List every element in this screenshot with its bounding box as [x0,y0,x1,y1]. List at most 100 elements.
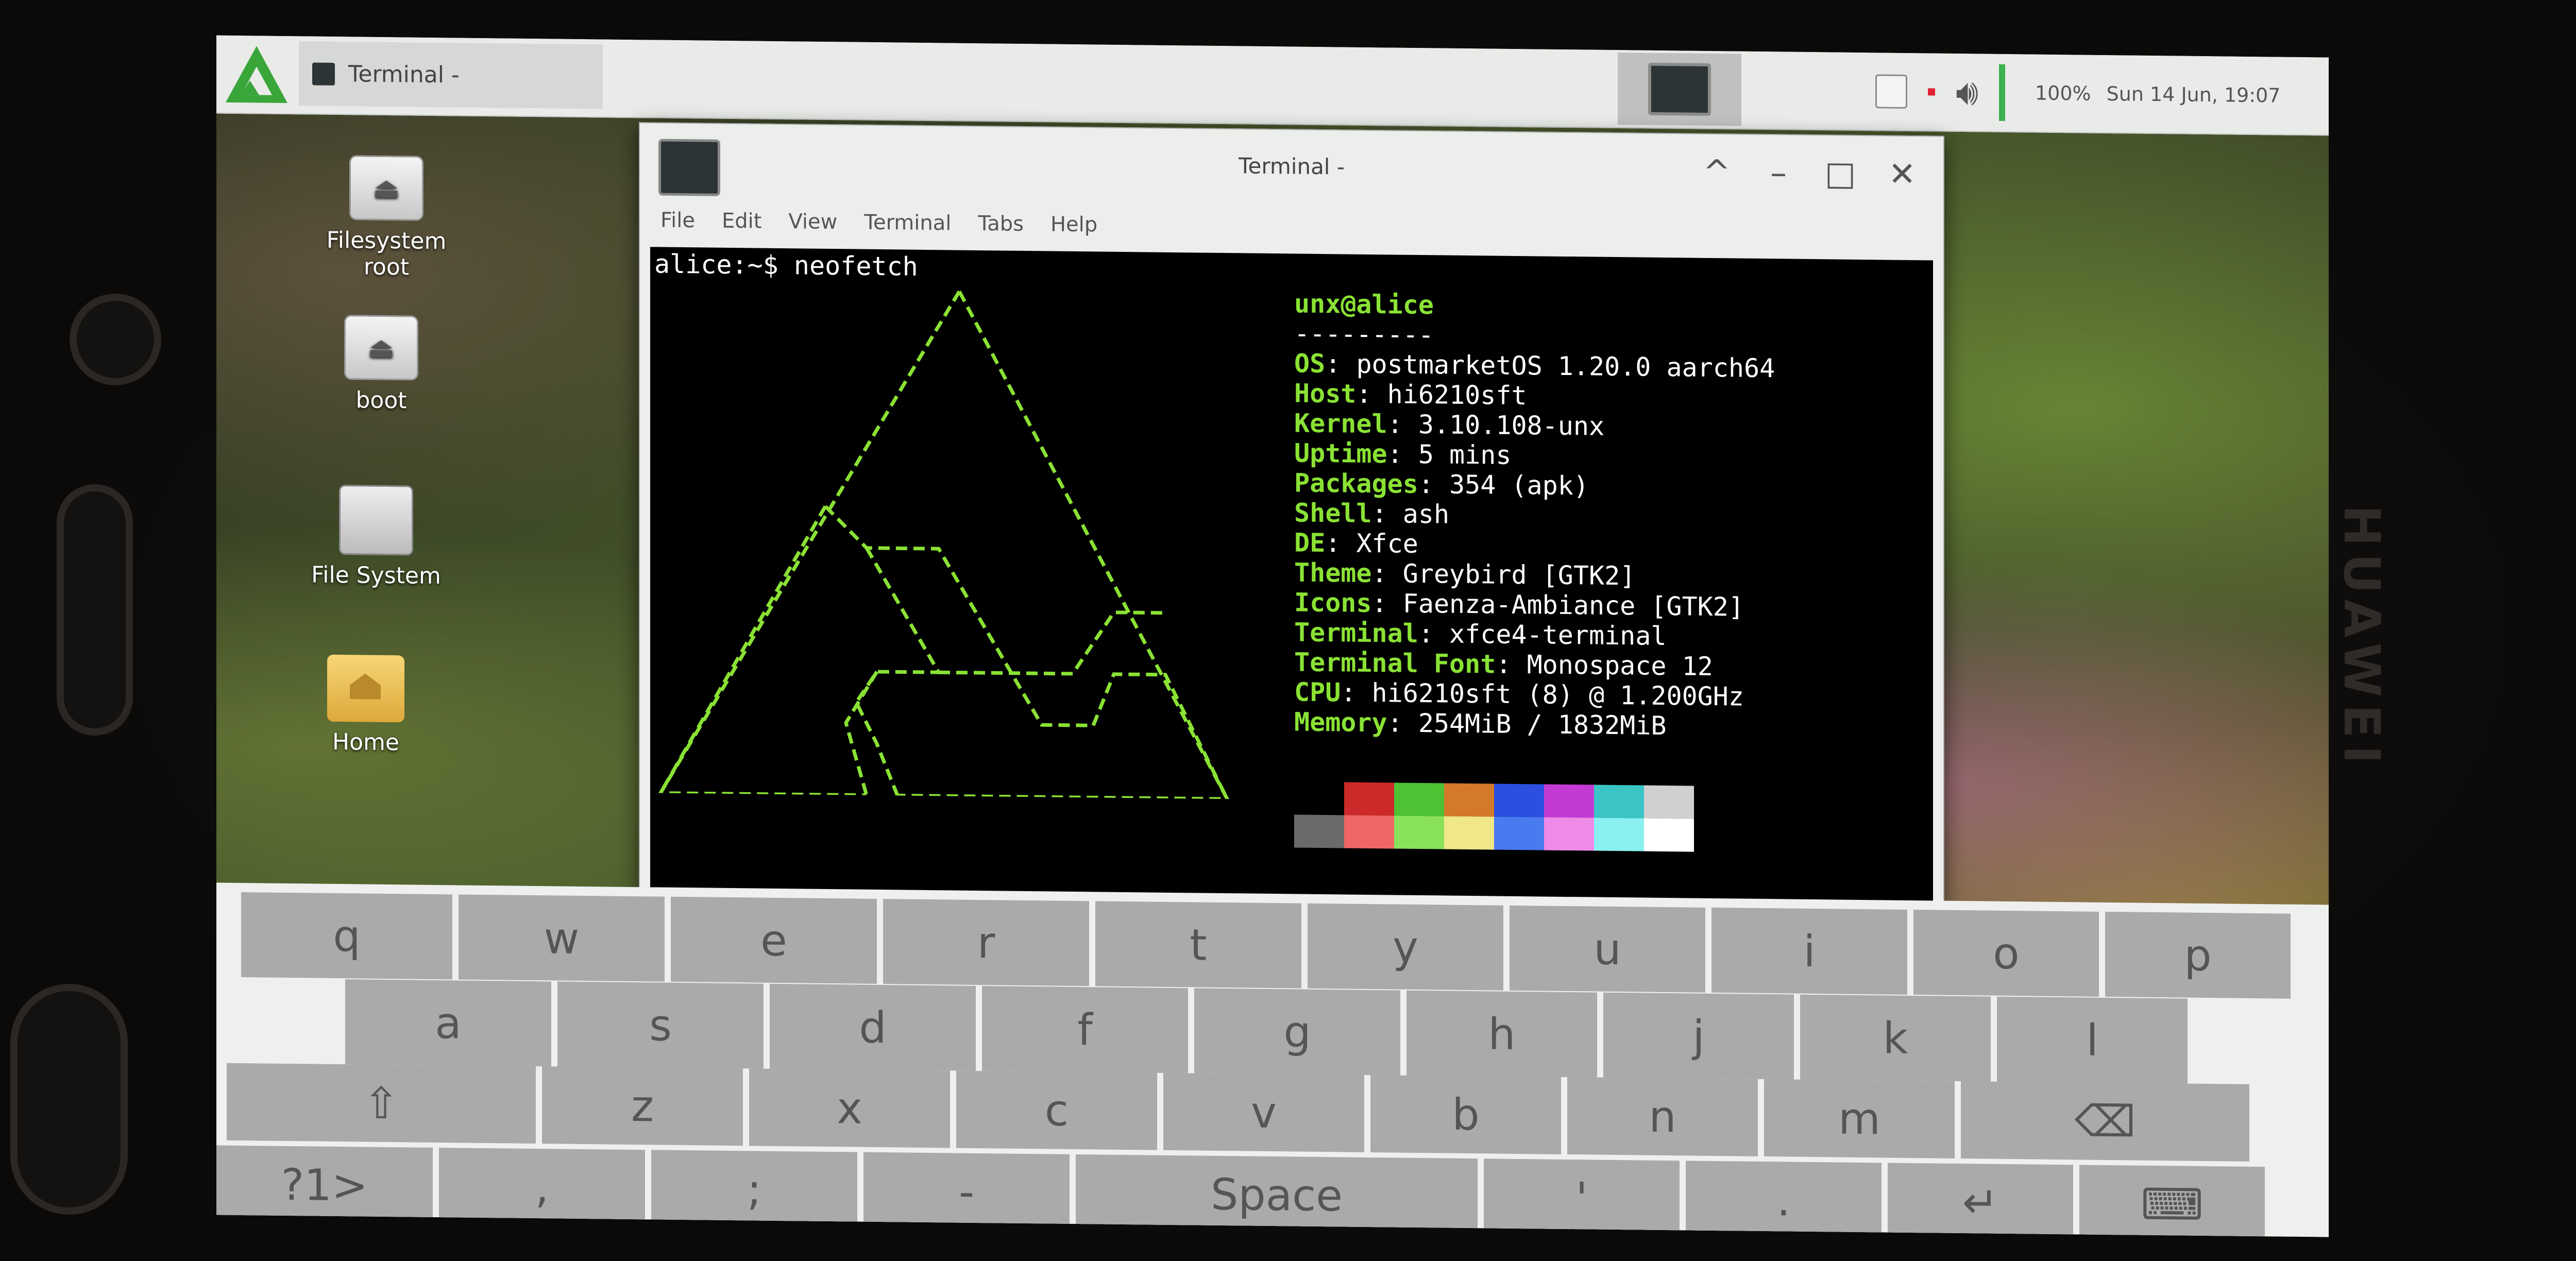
key-x[interactable]: x [749,1068,950,1148]
palette-swatch-bright-0 [1294,814,1344,848]
menu-bar: File Edit View Terminal Tabs Help [660,209,1097,237]
key-o[interactable]: o [1913,910,2099,997]
space-key[interactable]: Space [1076,1154,1478,1236]
key-y[interactable]: y [1308,903,1503,991]
keyboard-layout-icon[interactable] [1875,74,1907,109]
key-b[interactable]: b [1370,1075,1561,1154]
info-row-shell: Shell: ash [1294,498,1450,530]
key-h[interactable]: h [1406,990,1597,1078]
desktop-icon-boot[interactable]: ⏏ boot [314,315,448,415]
info-key: DE [1294,527,1326,558]
info-key: Memory [1294,707,1387,738]
close-button[interactable]: ✕ [1882,154,1923,195]
key-j[interactable]: j [1603,992,1794,1080]
key-q[interactable]: q [241,892,452,980]
brand-logo: HUAWEI [2333,505,2391,771]
info-row-theme: Theme: Greybird [GTK2] [1294,557,1636,591]
palette-swatch-normal-1 [1344,782,1394,816]
palette-swatch-normal-3 [1444,783,1494,817]
desktop-icon-label: Home [332,728,399,756]
symbols-key[interactable]: ?1> [216,1145,433,1225]
info-row-icons: Icons: Faenza-Ambiance [GTK2] [1294,587,1744,622]
apostrophe-key[interactable]: ' [1484,1158,1680,1237]
info-value: Greybird [GTK2] [1402,558,1636,591]
minimize-button[interactable]: – [1758,152,1799,194]
key-t[interactable]: t [1095,901,1301,989]
key-m[interactable]: m [1764,1079,1955,1158]
info-row-host: Host: hi6210sft [1294,378,1527,411]
info-row-terminal-font: Terminal Font: Monospace 12 [1294,647,1713,681]
clock[interactable]: Sun 14 Jun, 19:07 [2107,82,2281,107]
key-r[interactable]: r [883,899,1089,986]
menu-edit[interactable]: Edit [722,209,761,233]
key-a[interactable]: a [345,979,551,1067]
comma-key[interactable]: , [439,1148,645,1228]
maximize-button[interactable]: □ [1820,153,1861,195]
info-key: Host [1294,378,1357,409]
shade-button[interactable]: ^ [1696,152,1737,194]
desktop-icon-filesystem-root[interactable]: ⏏ Filesystem root [319,155,453,281]
info-value: 3.10.108-unx [1418,409,1605,441]
system-tray: 🔊︎ [1875,53,2006,131]
key-v[interactable]: v [1163,1072,1364,1152]
shift-key[interactable]: ⇧ [227,1063,536,1144]
period-key[interactable]: . [1686,1161,1882,1237]
key-e[interactable]: e [671,896,877,984]
dash-key[interactable]: - [863,1152,1070,1232]
backspace-key[interactable]: ⌫ [1961,1081,2249,1162]
window-titlebar[interactable]: Terminal - ^ – □ ✕ [640,123,1943,214]
desktop-icon-label: boot [355,387,407,414]
semicolon-key[interactable]: ; [651,1150,857,1230]
menu-view[interactable]: View [788,210,837,234]
drive-eject-icon: ⏏ [349,155,423,221]
battery-percentage: 100% [2035,81,2091,105]
info-row-terminal: Terminal: xfce4-terminal [1294,617,1667,652]
menu-help[interactable]: Help [1050,212,1097,236]
taskbar-terminal-item[interactable]: Terminal - [299,41,603,109]
terminal-launcher-button[interactable] [1618,53,1741,126]
info-key: Kernel [1294,408,1387,439]
key-k[interactable]: k [1800,994,1991,1082]
hide-keyboard-key[interactable]: ⌨ [2079,1165,2265,1237]
desktop-icon-file-system[interactable]: File System [309,484,443,589]
info-key: OS [1294,348,1326,379]
terminal-icon [312,62,335,86]
key-g[interactable]: g [1194,988,1400,1076]
volume-icon[interactable]: 🔊︎ [1956,71,1978,113]
palette-swatch-bright-5 [1544,817,1594,851]
key-s[interactable]: s [557,981,764,1069]
palette-swatch-normal-2 [1394,782,1444,816]
key-w[interactable]: w [459,894,665,982]
key-u[interactable]: u [1510,905,1705,993]
on-screen-keyboard: qwertyuiop asdfghjkl ⇧ z x c v b n m ⌫ ?1>,; - Spa… [216,882,2329,1237]
key-n[interactable]: n [1567,1077,1758,1156]
key-p[interactable]: p [2105,911,2291,999]
screen: Terminal - 🔊︎ 100% Sun 14 Jun, 19:07 ⏏ F… [216,35,2329,1237]
desktop-icon-home[interactable]: Home [299,654,433,756]
desktop-icon-label: File System [311,561,441,590]
info-key: Terminal Font [1294,647,1496,679]
palette-swatch-bright-1 [1344,815,1394,849]
battery-bar-icon [1999,64,2006,121]
palette-swatch-bright-6 [1594,817,1644,851]
window-title: Terminal - [1238,153,1345,180]
key-f[interactable]: f [982,986,1188,1073]
menu-terminal[interactable]: Terminal [864,211,951,235]
menu-tabs[interactable]: Tabs [978,212,1024,236]
menu-file[interactable]: File [660,209,695,233]
key-c[interactable]: c [956,1070,1157,1150]
info-key: Theme [1294,557,1372,589]
color-palette [1294,781,1694,852]
key-z[interactable]: z [542,1066,743,1146]
phone-camera [70,294,161,385]
palette-swatch-bright-3 [1444,816,1494,850]
app-menu-button[interactable] [221,41,293,108]
taskbar-terminal-label: Terminal - [348,61,460,89]
info-row-de: DE: Xfce [1294,527,1418,559]
key-i[interactable]: i [1711,907,1907,995]
info-key: Shell [1294,498,1372,529]
palette-swatch-normal-7 [1644,785,1694,819]
key-l[interactable]: l [1997,996,2188,1084]
key-d[interactable]: d [770,983,976,1071]
enter-key[interactable]: ↵ [1888,1163,2073,1237]
